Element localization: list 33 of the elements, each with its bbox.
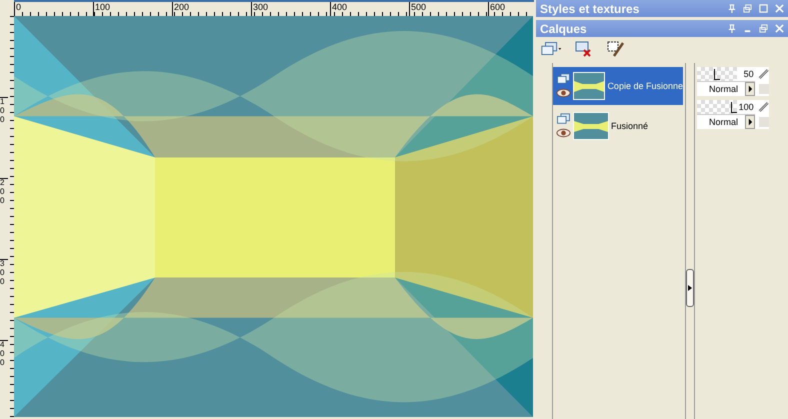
opacity-slider[interactable] bbox=[697, 67, 738, 81]
blend-mode-dropdown[interactable]: Normal bbox=[697, 114, 756, 129]
eye-icon[interactable] bbox=[556, 127, 571, 139]
layer-thumbnail bbox=[573, 112, 609, 140]
ruler-label: 400 bbox=[0, 340, 8, 419]
link-icon[interactable] bbox=[758, 67, 769, 81]
opacity-slider[interactable] bbox=[697, 100, 738, 114]
panel-splitter[interactable] bbox=[685, 63, 695, 419]
blend-mode-dropdown[interactable]: Normal bbox=[697, 81, 756, 96]
ruler-label: 200 bbox=[0, 178, 8, 259]
slider-thumb[interactable] bbox=[714, 69, 720, 80]
link-icon[interactable] bbox=[758, 100, 769, 114]
maximize-icon[interactable] bbox=[759, 4, 768, 13]
layer-name: Fusionné bbox=[611, 121, 648, 131]
pin-icon[interactable] bbox=[727, 24, 736, 33]
panel-title: Calques bbox=[540, 22, 587, 36]
expand-handle[interactable] bbox=[686, 269, 694, 307]
ruler-label: 300 bbox=[0, 259, 8, 340]
layer-row[interactable]: Copie de Fusionne bbox=[553, 67, 683, 105]
lock-toggle[interactable] bbox=[759, 84, 769, 94]
pin-icon[interactable] bbox=[727, 4, 736, 13]
layer-type-icon bbox=[556, 73, 571, 85]
lock-toggle[interactable] bbox=[759, 116, 769, 126]
restore-icon[interactable] bbox=[759, 24, 768, 33]
close-icon[interactable] bbox=[775, 4, 784, 13]
restore-icon[interactable] bbox=[743, 4, 752, 13]
layer-type-icon bbox=[556, 113, 571, 125]
layer-name: Copie de Fusionne bbox=[607, 81, 683, 91]
layer-thumbnail bbox=[573, 72, 606, 100]
close-icon[interactable] bbox=[775, 24, 784, 33]
ruler-label: 100 bbox=[0, 97, 8, 178]
eye-icon[interactable] bbox=[556, 87, 571, 99]
layer-row[interactable]: Fusionné bbox=[553, 107, 683, 145]
